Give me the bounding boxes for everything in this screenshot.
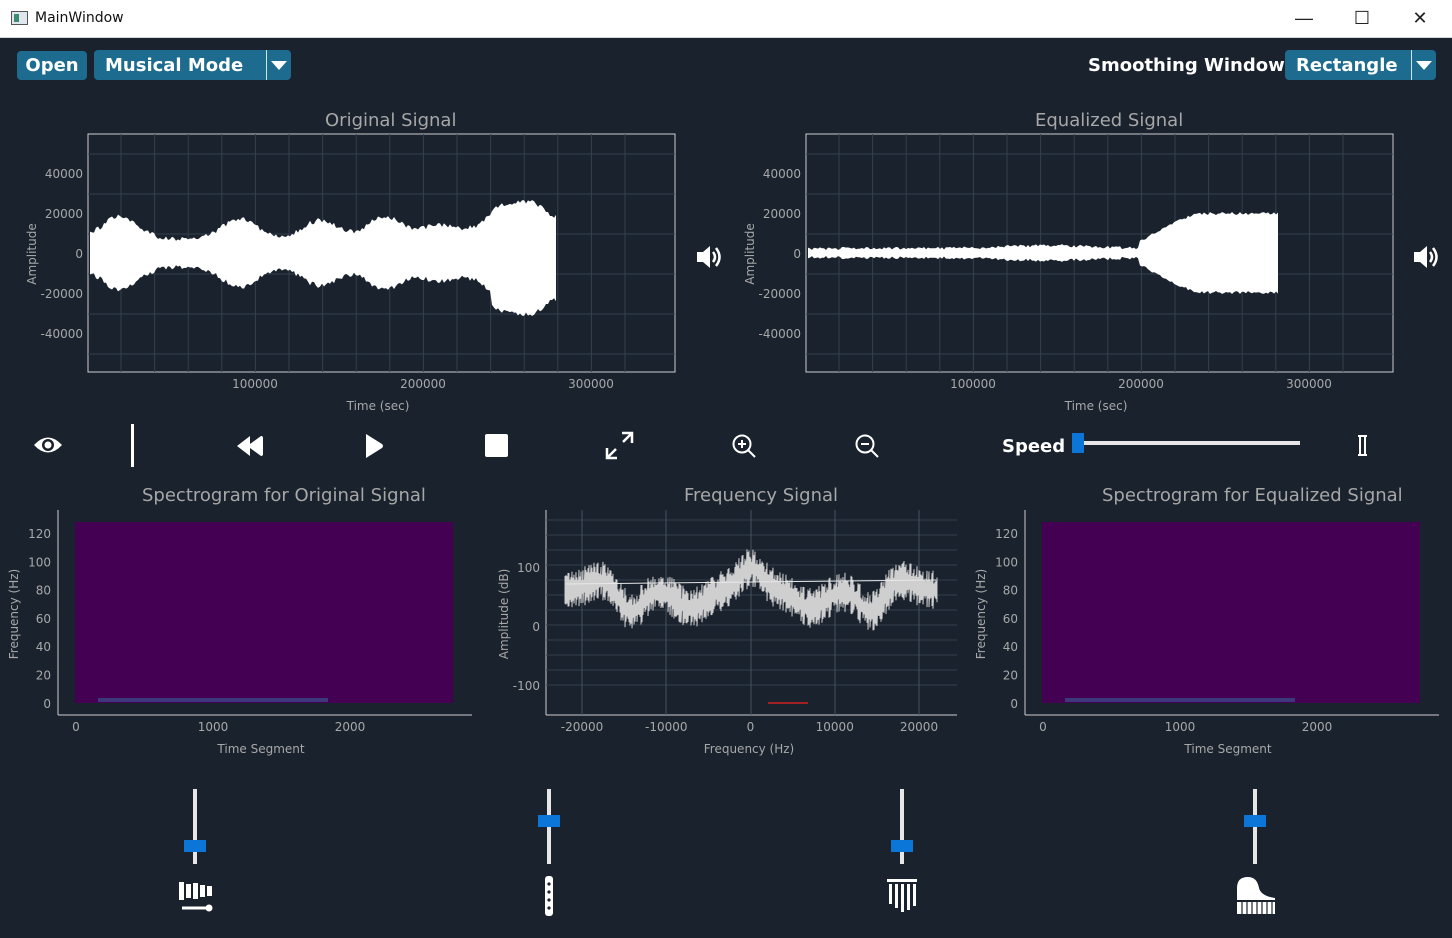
y-tick-label: 100 bbox=[517, 561, 540, 575]
x-axis-label: Time Segment bbox=[216, 742, 304, 756]
x-tick-label: 2000 bbox=[1302, 720, 1333, 734]
spectrogram-equalized-plot[interactable]: 1201008060402000 1000 2000Time SegmentFreq… bbox=[974, 510, 1439, 756]
y-axis-label: Frequency (Hz) bbox=[7, 569, 21, 660]
x-tick-label: 1000 bbox=[1165, 720, 1196, 734]
x-tick-label: 2000 bbox=[335, 720, 366, 734]
bottom-plots: 1201008060402000 1000 2000Time SegmentFreq… bbox=[7, 510, 1439, 756]
piano-icon bbox=[1237, 877, 1275, 914]
y-axis-label: Amplitude (dB) bbox=[497, 569, 511, 660]
chimes-icon bbox=[887, 879, 917, 912]
y-tick-label: 0 bbox=[532, 620, 540, 634]
x-tick-label: 0 bbox=[747, 720, 755, 734]
y-axis-label: Frequency (Hz) bbox=[974, 569, 988, 660]
y-tick-label: 60 bbox=[1003, 612, 1018, 626]
flute-slider[interactable] bbox=[547, 789, 551, 864]
frequency-plot[interactable]: 100 0 -100 -20000 -10000 0 10000 20000 Frequency… bbox=[497, 510, 957, 756]
x-tick-label: 0 bbox=[1039, 720, 1047, 734]
y-tick-label: 100 bbox=[995, 555, 1018, 569]
y-tick-label: 20 bbox=[36, 669, 51, 683]
spectrogram-original-plot[interactable]: 1201008060402000 1000 2000Time SegmentFreq… bbox=[7, 510, 472, 756]
y-tick-label: -100 bbox=[513, 679, 540, 693]
y-tick-label: 0 bbox=[1010, 697, 1018, 711]
flute-slider-handle[interactable] bbox=[538, 814, 560, 827]
x-tick-label: 10000 bbox=[816, 720, 854, 734]
spectrogram-image bbox=[1042, 522, 1420, 703]
y-tick-label: 120 bbox=[995, 527, 1018, 541]
y-tick-label: 80 bbox=[36, 584, 51, 598]
y-tick-label: 40 bbox=[36, 640, 51, 654]
flute-icon bbox=[545, 876, 553, 916]
piano-slider[interactable] bbox=[1253, 789, 1257, 864]
x-tick-label: 20000 bbox=[900, 720, 938, 734]
x-tick-label: 0 bbox=[72, 720, 80, 734]
xylophone-slider[interactable] bbox=[193, 789, 197, 864]
y-tick-label: 80 bbox=[1003, 584, 1018, 598]
spectrogram-band bbox=[98, 698, 328, 702]
x-tick-label: 1000 bbox=[198, 720, 229, 734]
chimes-slider-handle[interactable] bbox=[891, 839, 913, 852]
y-tick-label: 40 bbox=[1003, 640, 1018, 654]
x-axis-label: Time Segment bbox=[1183, 742, 1271, 756]
piano-slider-handle[interactable] bbox=[1244, 814, 1266, 827]
y-tick-label: 100 bbox=[28, 555, 51, 569]
x-tick-label: -20000 bbox=[561, 720, 604, 734]
y-tick-label: 60 bbox=[36, 612, 51, 626]
chimes-slider[interactable] bbox=[900, 789, 904, 864]
spectrogram-image bbox=[75, 522, 453, 703]
y-tick-label: 120 bbox=[28, 527, 51, 541]
x-axis-label: Frequency (Hz) bbox=[704, 742, 795, 756]
y-tick-label: 0 bbox=[43, 697, 51, 711]
y-tick-label: 20 bbox=[1003, 669, 1018, 683]
x-tick-label: -10000 bbox=[645, 720, 688, 734]
spectrogram-band bbox=[1065, 698, 1295, 702]
xylophone-icon bbox=[179, 882, 213, 912]
xylophone-slider-handle[interactable] bbox=[184, 839, 206, 852]
